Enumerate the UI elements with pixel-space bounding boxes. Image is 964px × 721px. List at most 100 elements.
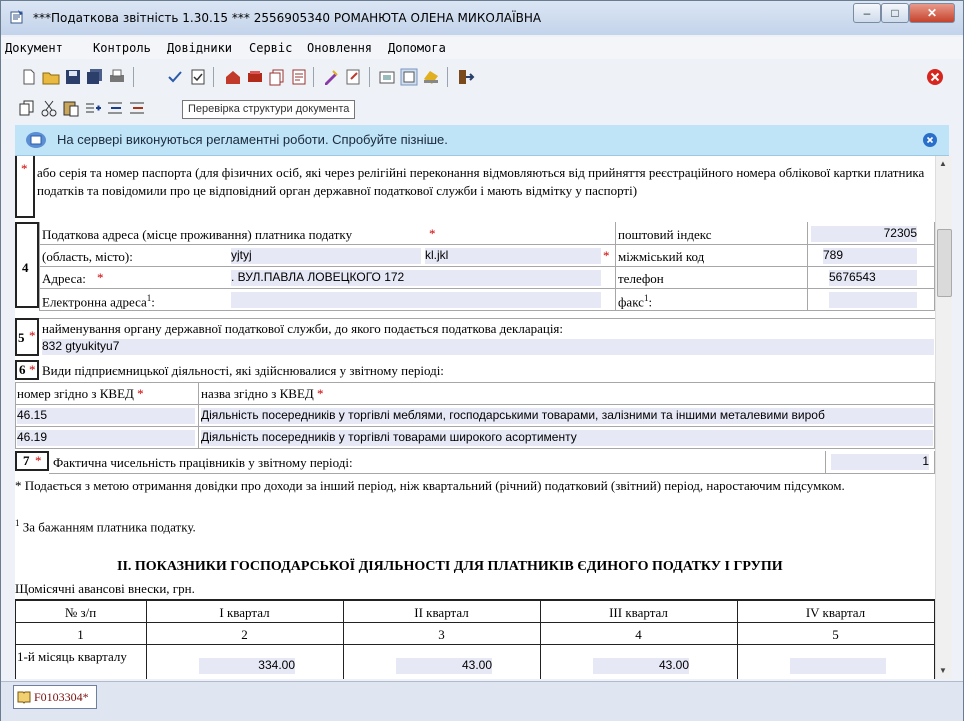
table-header-num: № з/п — [64, 605, 97, 620]
section-5-number: 5 — [18, 330, 25, 345]
edit-toolbar — [1, 95, 171, 121]
intercity-label: міжміський код — [618, 249, 705, 264]
menu-document[interactable]: Документ — [5, 41, 63, 55]
table-header-q3: ІІІ квартал — [609, 605, 668, 620]
row-month-1-label: 1-й місяць кварталу — [17, 649, 127, 664]
q2-month-1-field[interactable]: 43.00 — [396, 658, 492, 674]
cut-icon[interactable] — [39, 98, 59, 118]
insert-row-icon[interactable] — [105, 98, 125, 118]
fax-label: факс1: — [618, 293, 653, 310]
maximize-button[interactable]: □ — [881, 3, 909, 23]
save-all-icon[interactable] — [85, 67, 105, 87]
settings-icon[interactable] — [377, 67, 397, 87]
new-icon[interactable] — [19, 67, 39, 87]
kved-name-1[interactable]: Діяльність посередників у торгівлі мебля… — [201, 408, 933, 424]
section-7-number: 7 — [23, 453, 30, 468]
dismiss-icon[interactable] — [923, 133, 937, 147]
home-icon[interactable] — [223, 67, 243, 87]
title-bar: ***Податкова звітність 1.30.15 *** 25569… — [1, 1, 963, 35]
table-colnum-1: 1 — [77, 627, 84, 642]
employees-label: Фактична чисельність працівників у звітн… — [53, 455, 353, 470]
paste-icon[interactable] — [61, 98, 81, 118]
table-header-q2: ІІ квартал — [414, 605, 469, 620]
phone-label: телефон — [618, 271, 664, 286]
menu-updates[interactable]: Оновлення — [307, 41, 372, 55]
phone-field[interactable]: 5676543 — [829, 270, 917, 286]
close-button[interactable]: ✕ — [909, 3, 955, 23]
books-icon[interactable] — [245, 67, 265, 87]
vertical-scrollbar[interactable]: ▲ ▼ — [935, 156, 952, 679]
scroll-thumb[interactable] — [937, 229, 952, 297]
q1-month-1-field[interactable]: 334.00 — [199, 658, 295, 674]
table-colnum-2: 2 — [241, 627, 248, 642]
check-icon[interactable] — [165, 67, 185, 87]
q3-month-1-field[interactable]: 43.00 — [593, 658, 689, 674]
section-4-number: 4 — [22, 260, 29, 275]
street-label: Адреса: — [42, 271, 86, 286]
help-icon[interactable] — [421, 67, 441, 87]
app-window: ***Податкова звітність 1.30.15 *** 25569… — [0, 0, 964, 721]
window-title: ***Податкова звітність 1.30.15 *** 25569… — [33, 11, 542, 25]
activities-label: Види підприємницької діяльності, які зді… — [42, 363, 444, 378]
menu-control[interactable]: Контроль — [93, 41, 151, 55]
copy-icon[interactable] — [17, 98, 37, 118]
server-icon — [26, 132, 46, 148]
employees-field[interactable]: 1 — [831, 454, 929, 470]
address-label: Податкова адреса (місце проживання) плат… — [42, 227, 353, 242]
table-header-q1: І квартал — [219, 605, 270, 620]
table-colnum-3: 3 — [438, 627, 445, 642]
scroll-up-icon[interactable]: ▲ — [939, 159, 947, 168]
notice-text: На сервері виконуються регламентні робот… — [57, 132, 448, 147]
minimize-button[interactable]: – — [853, 3, 881, 23]
menu-bar: Документ Контроль Довідники Сервіс Оновл… — [1, 37, 963, 59]
server-notice: На сервері виконуються регламентні робот… — [15, 125, 949, 156]
open-icon[interactable] — [41, 67, 61, 87]
email-field[interactable] — [231, 292, 601, 308]
print-icon[interactable] — [107, 67, 127, 87]
status-bar: F0103304* — [1, 681, 963, 721]
monthly-label: Щомісячні авансові внески, грн. — [15, 581, 195, 596]
verify-structure-icon[interactable] — [188, 67, 208, 87]
exit-icon[interactable] — [455, 67, 475, 87]
export-icon[interactable] — [343, 67, 363, 87]
view-icon[interactable] — [399, 67, 419, 87]
q4-month-1-field[interactable] — [790, 658, 886, 674]
tax-office-label: найменування органу державної податкової… — [42, 321, 564, 336]
required-mark: * — [21, 161, 28, 176]
table-header-q4: IV квартал — [805, 605, 866, 620]
kved-code-1[interactable]: 46.15 — [17, 408, 195, 424]
kved-name-header: назва згідно з КВЕД * — [201, 386, 324, 401]
section-2-title: ІІ. ПОКАЗНИКИ ГОСПОДАРСЬКОЇ ДІЯЛЬНОСТІ Д… — [117, 559, 783, 574]
region-field[interactable]: yjtyj — [231, 248, 421, 264]
save-icon[interactable] — [63, 67, 83, 87]
postal-label: поштовий індекс — [618, 227, 712, 242]
document-tab[interactable]: F0103304* — [13, 685, 97, 709]
tax-office-field[interactable]: 832 gtyukityu7 — [42, 339, 934, 355]
add-row-icon[interactable] — [83, 98, 103, 118]
passport-note: або серія та номер паспорта (для фізични… — [37, 165, 925, 198]
delete-row-icon[interactable] — [127, 98, 147, 118]
main-toolbar — [1, 63, 963, 91]
menu-service[interactable]: Сервіс — [249, 41, 292, 55]
kved-name-2[interactable]: Діяльність посередників у торгівлі товар… — [201, 430, 933, 446]
menu-directories[interactable]: Довідники — [167, 41, 232, 55]
postal-field[interactable]: 72305 — [811, 226, 917, 242]
scroll-down-icon[interactable]: ▼ — [939, 666, 947, 675]
intercity-field[interactable]: 789 — [823, 248, 917, 264]
street-field[interactable]: . ВУЛ.ПАВЛА ЛОВЕЦКОГО 172 — [231, 270, 601, 286]
app-icon — [10, 10, 23, 24]
document-form: * або серія та номер паспорта (для фізич… — [15, 156, 935, 679]
stop-icon[interactable] — [925, 67, 945, 87]
section-6-number: 6 — [19, 362, 26, 377]
kved-code-header: номер згідно з КВЕД * — [17, 386, 144, 401]
fax-field[interactable] — [829, 292, 917, 308]
email-label: Електронна адреса1: — [42, 293, 155, 310]
region-label: (область, місто): — [42, 249, 133, 264]
city-field[interactable]: kl.jkl — [425, 248, 601, 264]
report-icon[interactable] — [289, 67, 309, 87]
footnote-period: * Подається з метою отримання довідки пр… — [15, 478, 845, 493]
menu-help[interactable]: Допомога — [388, 41, 446, 55]
kved-code-2[interactable]: 46.19 — [17, 430, 195, 446]
sign-icon[interactable] — [321, 67, 341, 87]
copy-doc-icon[interactable] — [267, 67, 287, 87]
